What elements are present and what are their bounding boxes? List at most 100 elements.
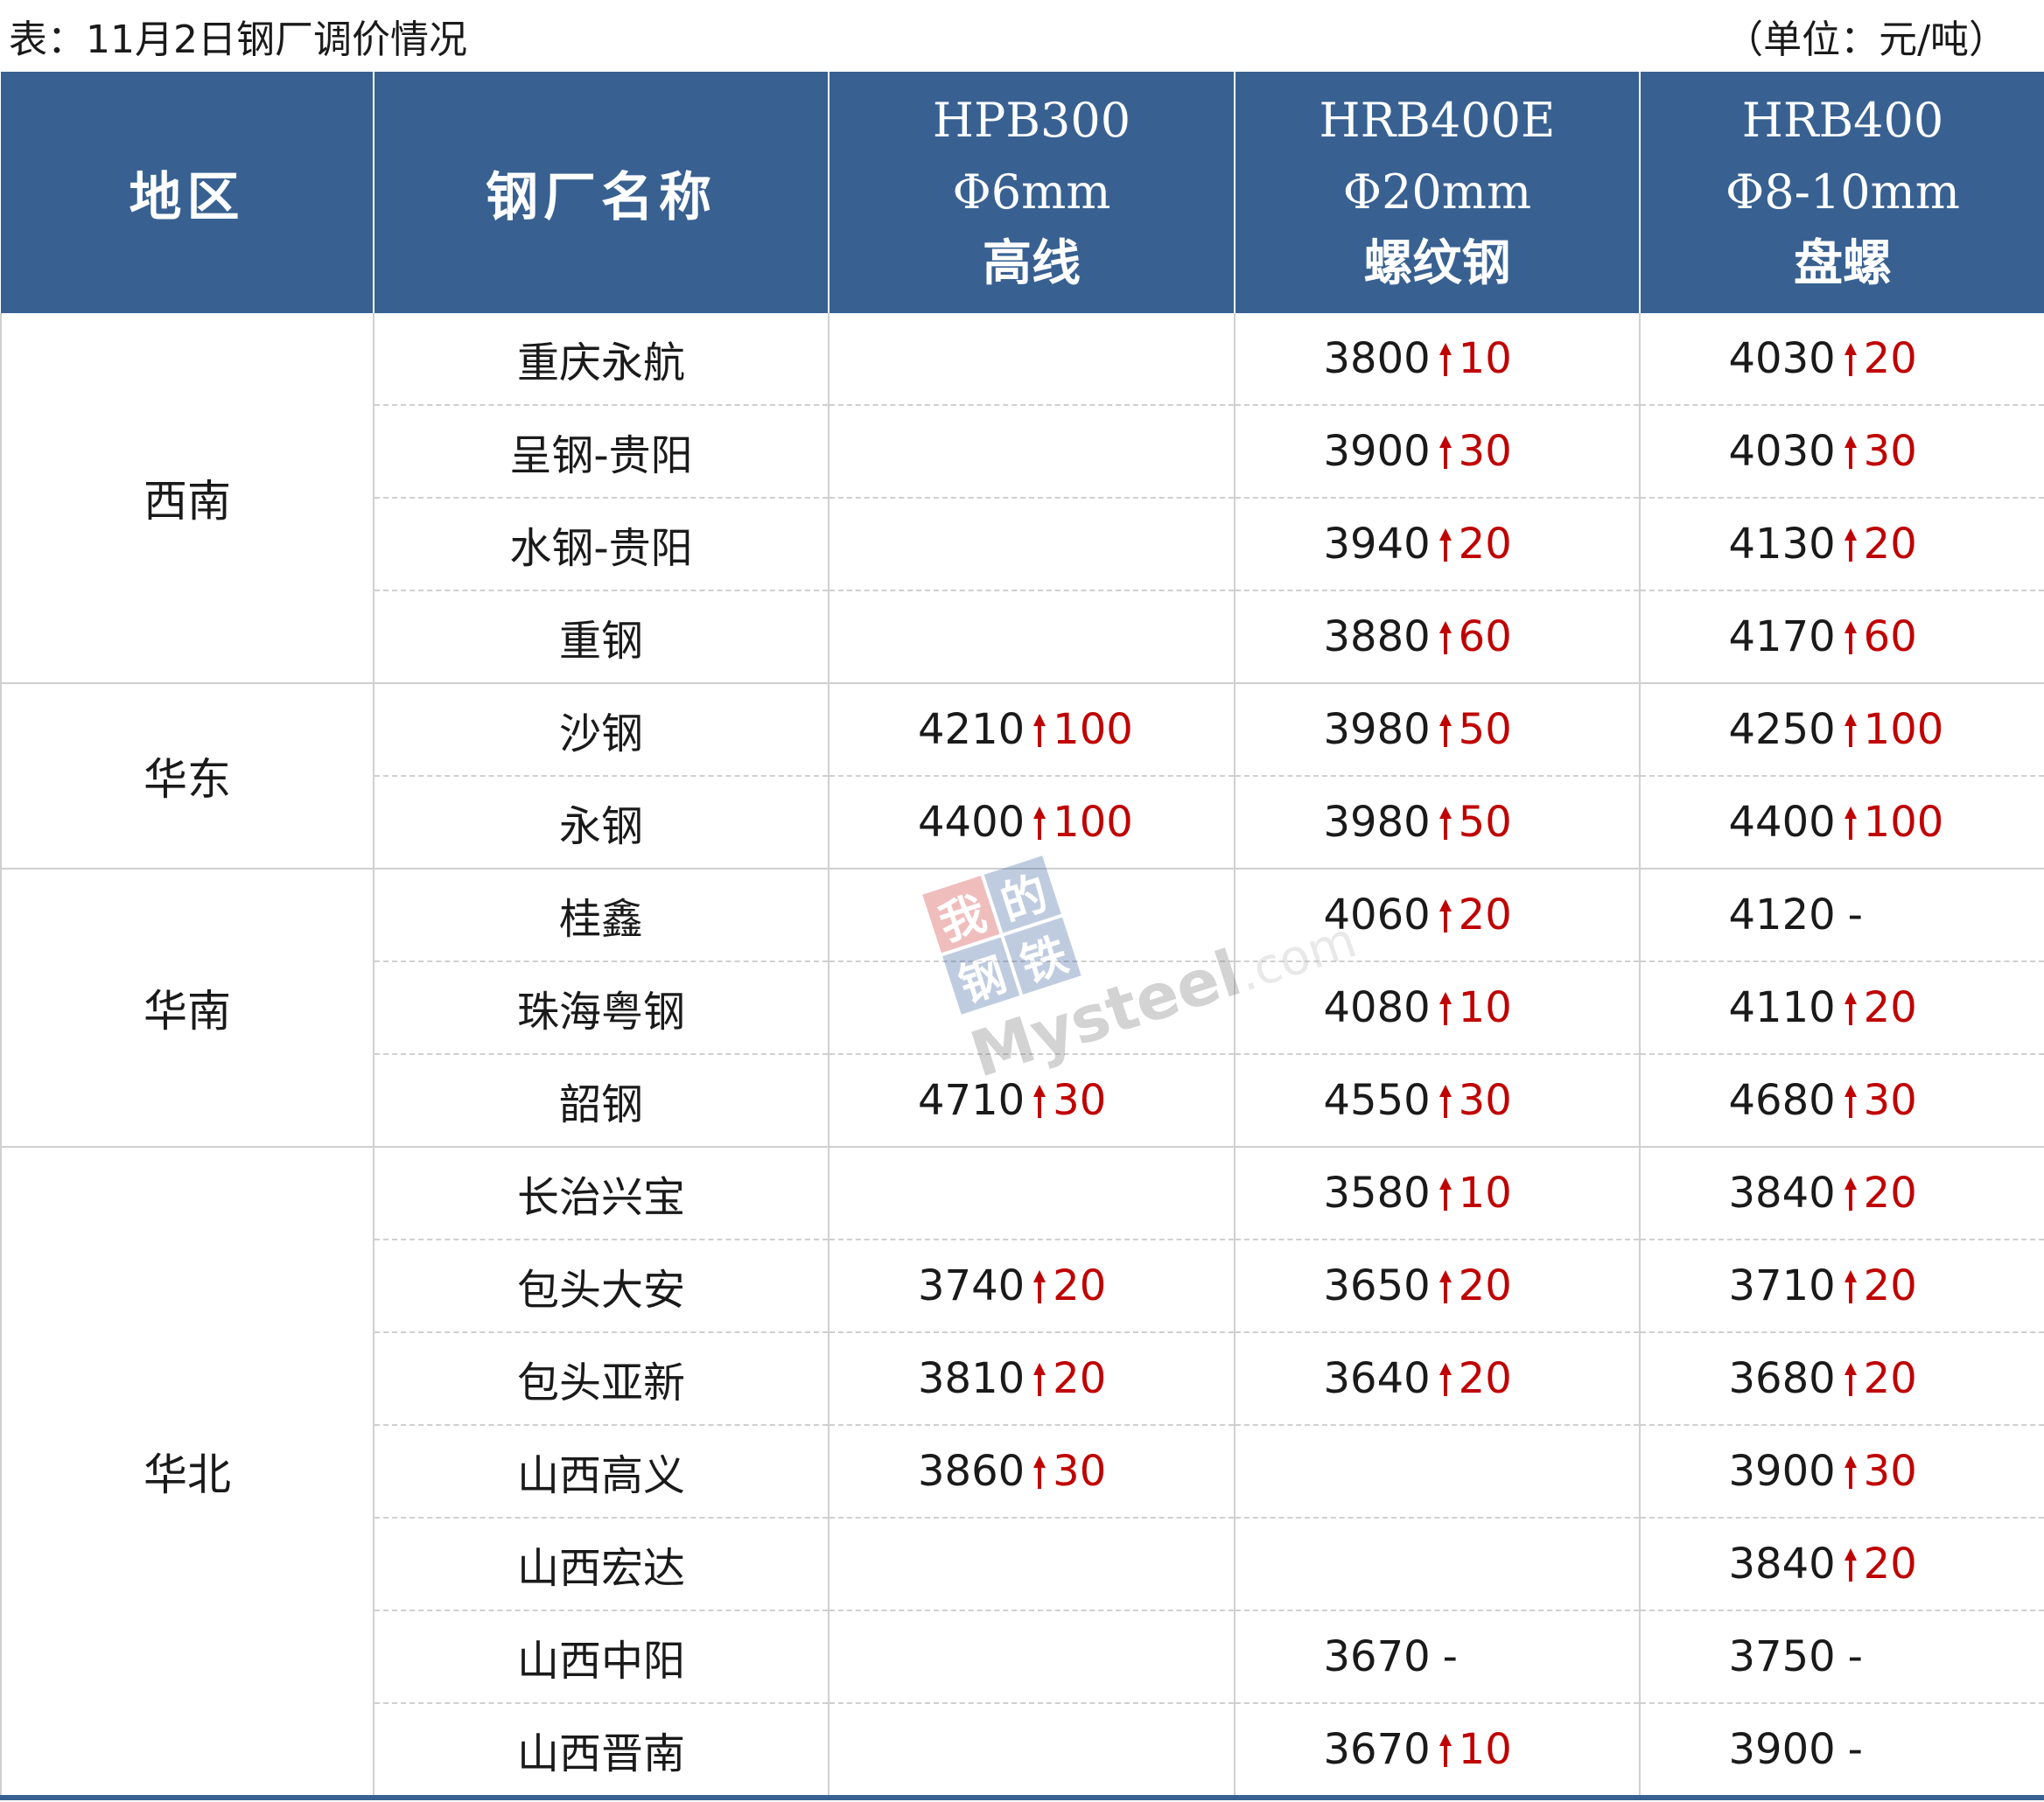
price-change: 20 bbox=[1053, 1261, 1107, 1310]
price-cell-c5: 4110 20 bbox=[1639, 960, 2044, 1054]
table-body: 西南 重庆永航 3800 10 4030 20 呈钢-贵阳 3900 30 4030 30 水钢-贵阳… bbox=[0, 313, 2044, 1795]
price-value: 3710 20 bbox=[1729, 1261, 1956, 1310]
price-cell-c3: 3740 20 bbox=[828, 1239, 1235, 1332]
header-hpb300: HPB300 Φ6mm 高线 bbox=[828, 72, 1235, 313]
price-cell-c3: 4400 100 bbox=[828, 775, 1235, 869]
price-cell-c5: 4120- bbox=[1639, 868, 2044, 961]
up-arrow-icon bbox=[1438, 992, 1452, 1025]
price-value: 3750- bbox=[1729, 1632, 1956, 1681]
price-change: 60 bbox=[1458, 612, 1512, 661]
price-value: 3840 20 bbox=[1729, 1540, 1956, 1589]
price-value: 3800 10 bbox=[1324, 334, 1551, 383]
price: 3640 bbox=[1323, 1354, 1431, 1403]
up-arrow-icon bbox=[1844, 1085, 1857, 1118]
price: 4060 bbox=[1323, 891, 1431, 939]
price-value: 3900 30 bbox=[1729, 1447, 1956, 1496]
price-value: 4210 100 bbox=[918, 705, 1145, 754]
up-arrow-icon bbox=[1438, 436, 1452, 469]
price-cell-c3 bbox=[828, 960, 1235, 1054]
up-arrow-icon bbox=[1033, 807, 1046, 840]
up-arrow-icon bbox=[1438, 1734, 1452, 1767]
mill-name-cell: 水钢-贵阳 bbox=[373, 497, 829, 590]
price-cell-c5: 4680 30 bbox=[1639, 1053, 2044, 1147]
price: 4120 bbox=[1728, 891, 1836, 939]
price-change: 100 bbox=[1053, 705, 1133, 754]
price-adjustment-table: 地区 钢厂名称 HPB300 Φ6mm 高线 HRB400E Φ20mm 螺纹钢… bbox=[0, 72, 2044, 1795]
up-arrow-icon bbox=[1844, 807, 1857, 840]
price-cell-c4: 3800 10 bbox=[1234, 313, 1640, 405]
price-cell-c3 bbox=[828, 1146, 1235, 1240]
up-arrow-icon bbox=[1844, 1270, 1857, 1303]
price: 3670 bbox=[1323, 1725, 1431, 1774]
price-cell-c5: 4130 20 bbox=[1639, 497, 2044, 590]
price: 4400 bbox=[918, 798, 1026, 847]
up-arrow-icon bbox=[1033, 1456, 1046, 1489]
price-change: 20 bbox=[1863, 334, 1917, 383]
price-cell-c4: 3640 20 bbox=[1234, 1331, 1640, 1425]
price-cell-c3 bbox=[828, 1702, 1235, 1795]
region-cell: 华北 bbox=[0, 1146, 374, 1795]
price-cell-c3: 4210 100 bbox=[828, 682, 1235, 776]
up-arrow-icon bbox=[1438, 621, 1452, 654]
price: 4030 bbox=[1728, 427, 1836, 476]
price-cell-c3 bbox=[828, 868, 1235, 961]
up-arrow-icon bbox=[1844, 714, 1857, 747]
price-value: 4110 20 bbox=[1729, 983, 1956, 1032]
price-value: 3900 30 bbox=[1324, 427, 1551, 476]
price-change: 20 bbox=[1458, 520, 1512, 569]
price-change: 20 bbox=[1863, 520, 1917, 569]
price-cell-c5: 3900 30 bbox=[1639, 1424, 2044, 1518]
price-value: 4030 20 bbox=[1729, 334, 1956, 383]
table-row: 华东 沙钢 4210 100 3980 50 4250 100 bbox=[0, 682, 2044, 869]
price: 4680 bbox=[1728, 1076, 1836, 1125]
table-row: 华北 长治兴宝 3580 10 3840 20 bbox=[0, 1146, 2044, 1795]
price-value: 4060 20 bbox=[1324, 891, 1551, 939]
price-cell-c4: 3670 10 bbox=[1234, 1702, 1640, 1795]
price-change: 100 bbox=[1863, 705, 1944, 754]
price-value: 3940 20 bbox=[1324, 520, 1551, 569]
region-cell: 西南 bbox=[0, 313, 374, 683]
price-change: 100 bbox=[1053, 798, 1133, 847]
price-value: 3980 50 bbox=[1324, 798, 1551, 847]
up-arrow-icon bbox=[1033, 714, 1046, 747]
up-arrow-icon bbox=[1438, 1363, 1452, 1396]
price-cell-c4: 3880 60 bbox=[1234, 590, 1640, 683]
price-cell-c3 bbox=[828, 590, 1235, 683]
up-arrow-icon bbox=[1438, 899, 1452, 932]
price: 4710 bbox=[918, 1076, 1026, 1125]
price-cell-c4: 3670- bbox=[1234, 1610, 1640, 1703]
no-change-mark: - bbox=[1847, 1632, 1863, 1681]
price-value: 3840 20 bbox=[1729, 1169, 1956, 1218]
price-cell-c5: 4400 100 bbox=[1639, 775, 2044, 869]
up-arrow-icon bbox=[1844, 436, 1857, 469]
up-arrow-icon bbox=[1033, 1270, 1046, 1303]
price: 3860 bbox=[918, 1447, 1026, 1496]
price-cell-c4: 4550 30 bbox=[1234, 1053, 1640, 1147]
price-cell-c4: 3900 30 bbox=[1234, 404, 1640, 498]
price-cell-c5: 3710 20 bbox=[1639, 1239, 2044, 1332]
price-change: 20 bbox=[1458, 1354, 1512, 1403]
price-value: 4170 60 bbox=[1729, 612, 1956, 661]
header-mill: 钢厂名称 bbox=[373, 72, 829, 313]
price-value: 3640 20 bbox=[1324, 1354, 1551, 1403]
price: 3810 bbox=[918, 1354, 1026, 1403]
price-cell-c3 bbox=[828, 313, 1235, 405]
price: 4250 bbox=[1728, 705, 1836, 754]
price-change: 30 bbox=[1863, 427, 1917, 476]
price-value: 3980 50 bbox=[1324, 705, 1551, 754]
price-value: 3650 20 bbox=[1324, 1261, 1551, 1310]
price-change: 10 bbox=[1458, 1725, 1512, 1774]
price-value: 4250 100 bbox=[1729, 705, 1956, 754]
price-value: 3670- bbox=[1324, 1632, 1551, 1681]
up-arrow-icon bbox=[1033, 1363, 1046, 1396]
price-value: 3580 10 bbox=[1324, 1169, 1551, 1218]
price: 3900 bbox=[1728, 1725, 1836, 1774]
up-arrow-icon bbox=[1438, 1085, 1452, 1118]
price-cell-c4: 3940 20 bbox=[1234, 497, 1640, 590]
price-cell-c4 bbox=[1234, 1424, 1640, 1518]
price-cell-c3 bbox=[828, 1610, 1235, 1703]
price-cell-c3 bbox=[828, 497, 1235, 590]
price-change: 20 bbox=[1863, 1261, 1917, 1310]
price-value: 3810 20 bbox=[918, 1354, 1145, 1403]
price-change: 30 bbox=[1053, 1447, 1107, 1496]
